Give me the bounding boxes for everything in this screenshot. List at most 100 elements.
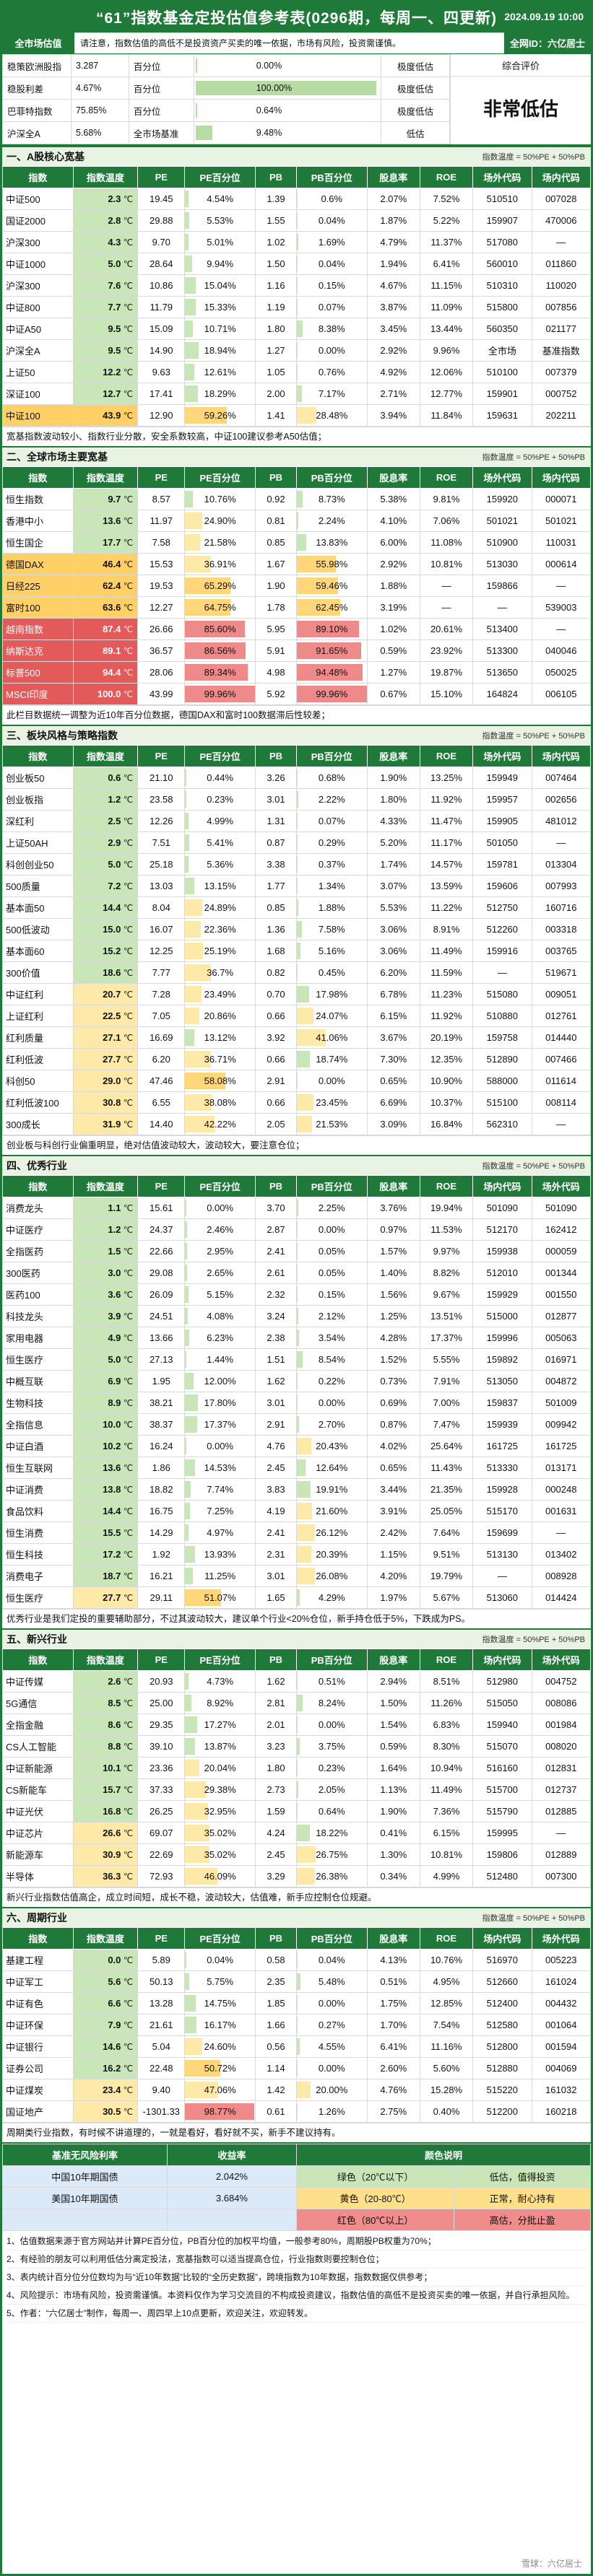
section-title: 一、A股核心宽基 指数温度 = 50%PE + 50%PB bbox=[2, 146, 591, 166]
fund-code-2: 016971 bbox=[531, 1348, 591, 1371]
table-row: 科创创业50 5.0 ℃ 25.18 5.36% 3.38 0.37% 1.74% 14.57… bbox=[2, 853, 591, 876]
temperature-value: 15.5 bbox=[103, 1527, 121, 1538]
pe-percentile-bar bbox=[185, 364, 194, 380]
pb-percentile: 0.00% bbox=[295, 1992, 368, 2014]
roe: 7.00% bbox=[419, 1392, 474, 1414]
pb-percentile: 23.45% bbox=[295, 1091, 368, 1114]
pb-percentile-bar bbox=[297, 1503, 312, 1519]
table-header-row: 指数 指数温度 PE PE百分位 PB PB百分位 股息率 ROE 场内代码 场外代码 bbox=[2, 1927, 591, 1950]
temperature-unit: ℃ bbox=[121, 1290, 134, 1300]
dividend-yield: 0.73% bbox=[366, 1370, 420, 1392]
pb-value: 2.01 bbox=[254, 1713, 297, 1736]
column-header: PE百分位 bbox=[184, 166, 256, 188]
index-name: 恒生指数 bbox=[2, 488, 74, 510]
dividend-yield: 2.60% bbox=[366, 2057, 420, 2079]
pe-percentile: 0.44% bbox=[184, 767, 256, 789]
table-row: 标普500 94.4 ℃ 28.06 89.34% 4.98 94.48% 1.27% 19.… bbox=[2, 661, 591, 684]
dividend-yield: 1.70% bbox=[366, 2014, 420, 2036]
pb-value: 4.19 bbox=[254, 1500, 297, 1522]
index-name: 恒生科技 bbox=[2, 1543, 74, 1566]
overview-pct-label: 百分位 bbox=[128, 54, 194, 77]
pb-percentile-value: 2.12% bbox=[318, 1311, 345, 1322]
overview-pct-label: 百分位 bbox=[128, 99, 194, 122]
pe-value: 29.11 bbox=[137, 1586, 186, 1609]
dividend-yield: 7.30% bbox=[366, 1048, 420, 1070]
pb-value: 1.36 bbox=[254, 918, 297, 940]
roe: 11.23% bbox=[419, 983, 474, 1005]
dividend-yield: 0.59% bbox=[366, 1735, 420, 1758]
pb-percentile-value: 55.98% bbox=[316, 559, 348, 569]
temperature-value: 15.7 bbox=[103, 1784, 121, 1795]
fund-code: 510510 bbox=[472, 188, 532, 210]
index-temperature: 17.7 ℃ bbox=[72, 531, 139, 554]
pb-percentile: 0.00% bbox=[295, 1392, 368, 1414]
section-title-text: 四、优秀行业 bbox=[7, 1160, 67, 1171]
pb-percentile-bar bbox=[297, 1265, 298, 1281]
pe-percentile-bar bbox=[185, 1029, 194, 1046]
pe-value: -1301.33 bbox=[137, 2100, 186, 2123]
roe: 11.15% bbox=[419, 274, 474, 297]
pe-percentile: 6.23% bbox=[184, 1327, 256, 1349]
pb-percentile-value: 0.76% bbox=[318, 367, 345, 377]
fund-code: 501090 bbox=[472, 1197, 532, 1219]
temperature-unit: ℃ bbox=[121, 281, 134, 291]
overview-row: 稳股利差 4.67% 百分位 100.00% 极度低估 bbox=[2, 77, 450, 100]
pb-percentile-bar bbox=[297, 342, 298, 359]
fund-code-2: 007379 bbox=[531, 361, 591, 383]
overview-name: 稳股利差 bbox=[2, 77, 72, 100]
pe-value: 14.29 bbox=[137, 1521, 186, 1544]
dividend-yield: 1.52% bbox=[366, 1348, 420, 1371]
table-row: 300医药 3.0 ℃ 29.08 2.65% 2.61 0.05% 1.40% 8.82% 5… bbox=[2, 1262, 591, 1284]
table-row: 5G通信 8.5 ℃ 25.00 8.92% 2.81 8.24% 1.50% 11.26% 5… bbox=[2, 1692, 591, 1714]
dividend-yield: 1.25% bbox=[366, 1305, 420, 1327]
dividend-yield: 3.09% bbox=[366, 1113, 420, 1135]
fund-code: 159928 bbox=[472, 1478, 532, 1501]
fund-code-2: 001064 bbox=[531, 2014, 591, 2036]
pe-value: 8.04 bbox=[137, 896, 186, 919]
table-row: 中证军工 5.6 ℃ 50.13 5.75% 2.35 5.48% 0.51% 4.95% 51… bbox=[2, 1970, 591, 1993]
index-temperature: 2.6 ℃ bbox=[72, 1670, 139, 1693]
pe-percentile: 4.54% bbox=[184, 188, 256, 210]
pb-percentile: 0.04% bbox=[295, 209, 368, 232]
pb-percentile-value: 0.64% bbox=[318, 1806, 345, 1817]
index-temperature: 2.5 ℃ bbox=[72, 810, 139, 832]
roe: 10.94% bbox=[419, 1757, 474, 1779]
section-title: 二、全球市场主要宽基 指数温度 = 50%PE + 50%PB bbox=[2, 446, 591, 466]
pe-percentile: 2.95% bbox=[184, 1240, 256, 1262]
temperature-value: 9.7 bbox=[108, 494, 121, 505]
pb-percentile-value: 0.00% bbox=[318, 1719, 345, 1730]
footer-head: 基准无风险利率 bbox=[2, 2144, 168, 2166]
pb-percentile-bar bbox=[297, 299, 298, 315]
footer-header-row: 基准无风险利率 收益率 颜色说明 bbox=[2, 2144, 591, 2166]
footer-row: 中国10年期国债 2.042% 绿色（20℃以下） 低估，值得投资 bbox=[2, 2165, 591, 2188]
index-temperature: 63.6 ℃ bbox=[72, 596, 139, 619]
pe-percentile-bar bbox=[185, 1695, 191, 1711]
fund-code-2: 050025 bbox=[531, 661, 591, 684]
pe-value: 29.35 bbox=[137, 1713, 186, 1736]
fund-code: — bbox=[472, 961, 532, 984]
fund-code-2: 000071 bbox=[531, 488, 591, 510]
fund-code-2: 009942 bbox=[531, 1413, 591, 1436]
overview-row: 稳策欧洲股指 3.287 百分位 0.00% 极度低估 bbox=[2, 54, 450, 77]
pe-percentile-value: 5.75% bbox=[207, 1976, 234, 1987]
temperature-value: 31.9 bbox=[103, 1119, 121, 1130]
pb-percentile-bar bbox=[297, 1221, 298, 1238]
temperature-unit: ℃ bbox=[121, 1763, 134, 1773]
fund-code-2: 007466 bbox=[531, 1048, 591, 1070]
dividend-yield: 1.57% bbox=[366, 1240, 420, 1262]
roe: 7.47% bbox=[419, 1413, 474, 1436]
pb-percentile: 0.6% bbox=[295, 188, 368, 210]
pe-percentile-value: 1.44% bbox=[207, 1354, 234, 1365]
pb-percentile: 20.43% bbox=[295, 1435, 368, 1457]
index-name: 恒生国企 bbox=[2, 531, 74, 554]
index-temperature: 30.8 ℃ bbox=[72, 1091, 139, 1114]
pb-percentile-value: 19.91% bbox=[316, 1484, 348, 1495]
index-name: 家用电器 bbox=[2, 1327, 74, 1349]
roe: 20.61% bbox=[419, 618, 474, 640]
pe-value: 11.97 bbox=[137, 510, 186, 532]
pb-value: 2.05 bbox=[254, 1113, 297, 1135]
temperature-value: 18.7 bbox=[103, 1571, 121, 1581]
index-name: 中证芯片 bbox=[2, 1822, 74, 1844]
pb-percentile-value: 2.05% bbox=[318, 1784, 345, 1795]
pe-percentile: 5.41% bbox=[184, 831, 256, 854]
